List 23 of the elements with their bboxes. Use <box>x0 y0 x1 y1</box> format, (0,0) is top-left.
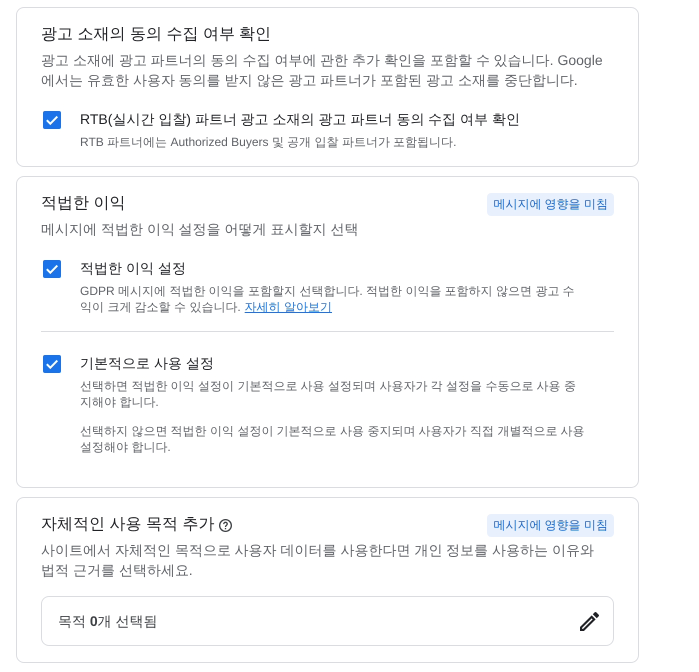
help-text: RTB 파트너에는 Authorized Buyers 및 공개 입찰 파트너가 포함됩니다. <box>80 134 458 150</box>
message-impact-badge: 메시지에 영향을 미침 <box>487 514 614 537</box>
message-impact-badge: 메시지에 영향을 미침 <box>487 193 614 216</box>
checkbox-label: 적법한 이익 설정 <box>80 259 187 278</box>
section-description: 메시지에 적법한 이익 설정을 어떻게 표시할지 선택 <box>41 220 360 239</box>
purpose-count-text: 목적 0개 선택됨 <box>58 612 158 630</box>
help-text: 선택하지 않으면 적법한 이익 설정이 기본적으로 사용 중지되며 사용자가 직접 개별적으로 사용 설정해야 합니다. <box>80 423 586 455</box>
section-description: 광고 소재에 광고 파트너의 동의 수집 여부에 관한 추가 확인을 포함할 수 있습니다. Google에서는 유효한 사용자 동의를 받지 않은 광고 파트너가 포함된 광고 소재를 중단합니다. <box>41 51 604 90</box>
checkbox-label: 기본적으로 사용 설정 <box>80 354 215 373</box>
section-title: 광고 소재의 동의 수집 여부 확인 <box>41 25 272 45</box>
help-icon[interactable] <box>219 518 232 532</box>
pencil-icon[interactable] <box>580 612 599 630</box>
section-title: 자체적인 사용 목적 추가 <box>41 515 214 535</box>
purpose-summary-panel[interactable]: 목적 0개 선택됨 <box>41 596 614 646</box>
learn-more-link[interactable]: 자세히 알아보기 <box>244 300 332 314</box>
checkbox[interactable] <box>43 111 61 129</box>
help-text: 선택하면 적법한 이익 설정이 기본적으로 사용 설정되며 사용자가 각 설정을 수동으로 사용 중지해야 합니다. <box>80 378 578 410</box>
help-text: GDPR 메시지에 적법한 이익을 포함할지 선택합니다. 적법한 이익을 포함하지 않으면 광고 수익이 크게 감소할 수 있습니다. 자세히 알아보기 <box>80 283 576 315</box>
section-description: 사이트에서 자체적인 목적으로 사용자 데이터를 사용한다면 개인 정보를 사용하는 이유와 법적 근거를 선택하세요. <box>41 541 596 580</box>
checkbox-label: RTB(실시간 입찰) 파트너 광고 소재의 광고 파트너 동의 수집 여부 확인 <box>80 110 521 129</box>
checkbox[interactable] <box>43 260 61 278</box>
section-title: 적법한 이익 <box>41 194 126 214</box>
checkbox[interactable] <box>43 355 61 373</box>
